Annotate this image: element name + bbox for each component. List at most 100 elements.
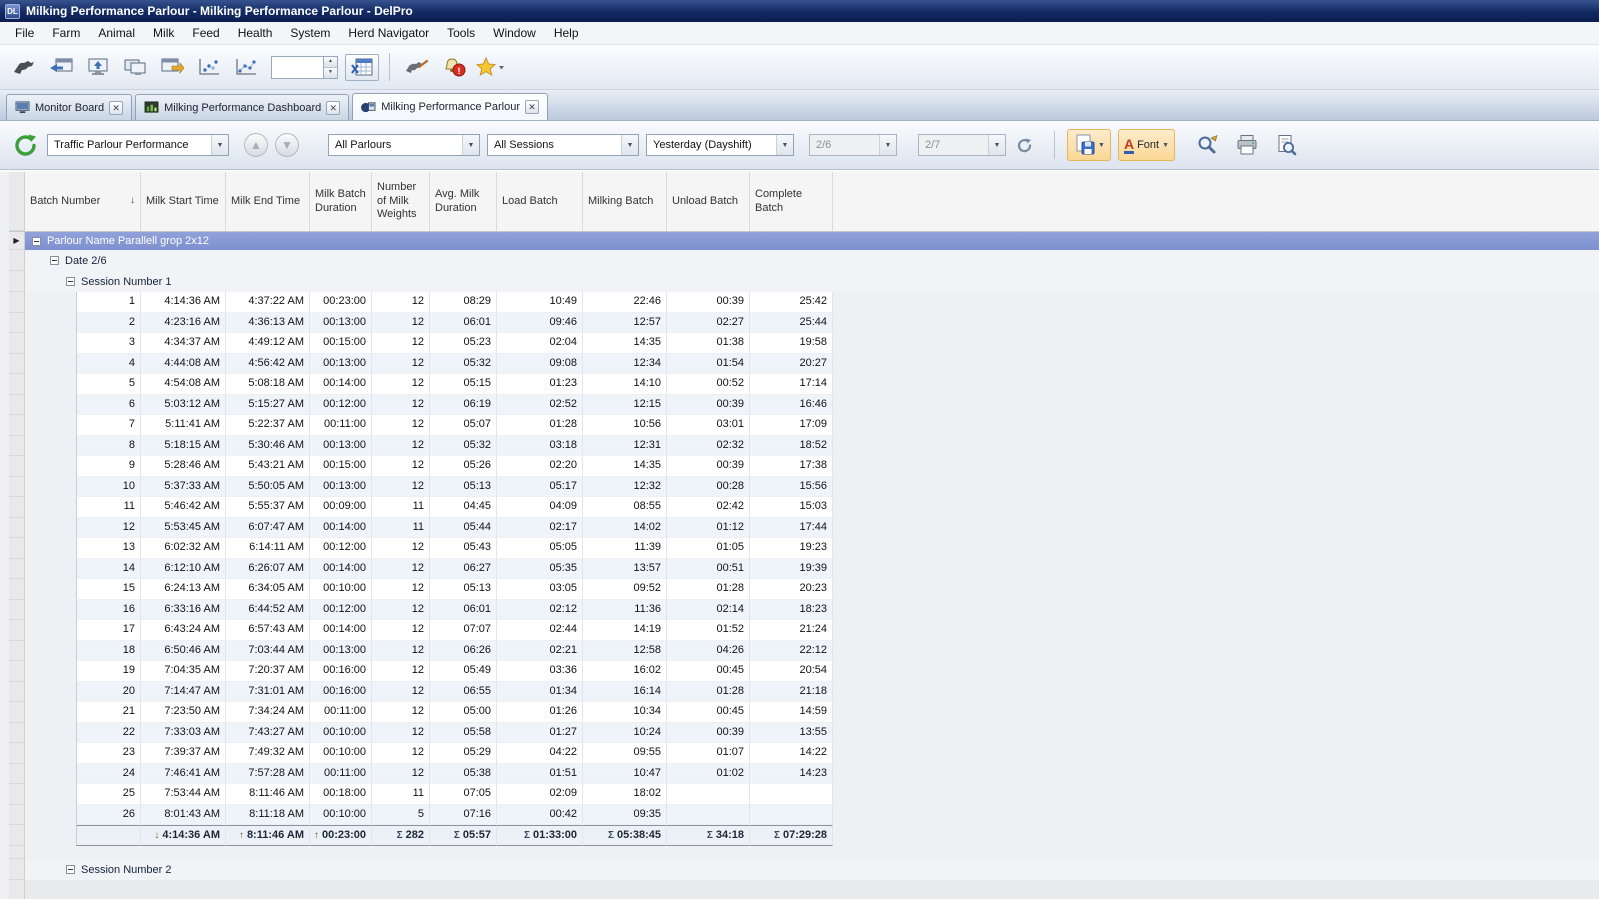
row-indicator-cell[interactable] xyxy=(9,682,25,703)
tab-close-icon[interactable]: ✕ xyxy=(525,100,539,114)
table-row[interactable]: 115:46:42 AM5:55:37 AM00:09:001104:4504:… xyxy=(9,497,1599,518)
row-indicator-cell[interactable] xyxy=(9,415,25,436)
table-row[interactable]: 125:53:45 AM6:07:47 AM00:14:001105:4402:… xyxy=(9,518,1599,539)
menu-window[interactable]: Window xyxy=(484,23,545,43)
menu-file[interactable]: File xyxy=(6,23,43,43)
column-header-load-batch[interactable]: Load Batch xyxy=(497,172,583,231)
table-row[interactable]: 65:03:12 AM5:15:27 AM00:12:001206:1902:5… xyxy=(9,395,1599,416)
row-indicator-cell[interactable]: ▶ xyxy=(9,232,25,250)
row-indicator-cell[interactable] xyxy=(9,825,25,846)
menu-milk[interactable]: Milk xyxy=(144,23,183,43)
row-indicator-cell[interactable] xyxy=(9,292,25,313)
table-row[interactable]: 186:50:46 AM7:03:44 AM00:13:001206:2602:… xyxy=(9,641,1599,662)
session-dropdown[interactable]: All Sessions ▼ xyxy=(487,134,639,156)
menu-farm[interactable]: Farm xyxy=(43,23,89,43)
parlour-group-band[interactable]: Parlour Name Parallell grop 2x12 xyxy=(25,232,1599,250)
column-header-milking-batch[interactable]: Milking Batch xyxy=(583,172,667,231)
table-row[interactable]: 166:33:16 AM6:44:52 AM00:12:001206:0102:… xyxy=(9,600,1599,621)
alarm-button[interactable]: ! xyxy=(437,50,469,84)
print-button[interactable] xyxy=(1231,128,1263,162)
row-indicator-cell[interactable] xyxy=(9,620,25,641)
scatter-chart-button[interactable] xyxy=(193,50,225,84)
group-row-session-1[interactable]: Session Number 1 xyxy=(9,271,1599,292)
table-row[interactable]: 176:43:24 AM6:57:43 AM00:14:001207:0702:… xyxy=(9,620,1599,641)
font-button[interactable]: A Font ▼ xyxy=(1118,129,1175,161)
row-indicator-cell[interactable] xyxy=(9,859,25,880)
menu-feed[interactable]: Feed xyxy=(183,23,228,43)
collapse-icon[interactable] xyxy=(32,237,41,246)
tab-close-icon[interactable]: ✕ xyxy=(326,101,340,115)
column-header-complete-batch[interactable]: Complete Batch xyxy=(750,172,833,231)
row-indicator-cell[interactable] xyxy=(9,250,25,271)
table-row[interactable]: 136:02:32 AM6:14:11 AM00:12:001205:4305:… xyxy=(9,538,1599,559)
group-row-parlour[interactable]: ▶Parlour Name Parallell grop 2x12 xyxy=(9,232,1599,250)
reload-dates-button[interactable] xyxy=(1013,134,1035,156)
column-header-unload-batch[interactable]: Unload Batch xyxy=(667,172,750,231)
column-header-batch-number[interactable]: Batch Number↓ xyxy=(25,172,141,231)
group-row-date[interactable]: Date 2/6 xyxy=(9,250,1599,271)
record-count-spinner[interactable]: ▲ ▼ xyxy=(271,56,338,79)
session-1-band[interactable]: Session Number 1 xyxy=(25,271,1599,292)
table-row[interactable]: 268:01:43 AM8:11:18 AM00:10:00507:1600:4… xyxy=(9,805,1599,826)
date-band[interactable]: Date 2/6 xyxy=(25,250,1599,271)
animal-event-button[interactable] xyxy=(400,50,432,84)
table-row[interactable]: 146:12:10 AM6:26:07 AM00:14:001206:2705:… xyxy=(9,559,1599,580)
monitor-upload-button[interactable] xyxy=(82,50,114,84)
menu-help[interactable]: Help xyxy=(545,23,588,43)
scatter-line-chart-button[interactable] xyxy=(230,50,262,84)
period-dropdown[interactable]: Yesterday (Dayshift) ▼ xyxy=(646,134,794,156)
row-indicator-cell[interactable] xyxy=(9,764,25,785)
animal-traffic-button[interactable] xyxy=(8,50,40,84)
row-indicator-cell[interactable] xyxy=(9,374,25,395)
table-row[interactable]: 34:34:37 AM4:49:12 AM00:15:001205:2302:0… xyxy=(9,333,1599,354)
tab-monitor-board[interactable]: Monitor Board ✕ xyxy=(6,94,132,120)
customize-report-button[interactable] xyxy=(1192,128,1224,162)
refresh-button[interactable] xyxy=(10,130,40,160)
menu-tools[interactable]: Tools xyxy=(438,23,484,43)
tab-close-icon[interactable]: ✕ xyxy=(109,101,123,115)
menu-animal[interactable]: Animal xyxy=(89,23,144,43)
table-row[interactable]: 75:11:41 AM5:22:37 AM00:11:001205:0701:2… xyxy=(9,415,1599,436)
row-indicator-cell[interactable] xyxy=(9,333,25,354)
favorites-button[interactable] xyxy=(474,50,506,84)
table-row[interactable]: 257:53:44 AM8:11:46 AM00:18:001107:0502:… xyxy=(9,784,1599,805)
row-indicator-cell[interactable] xyxy=(9,702,25,723)
table-row[interactable]: 217:23:50 AM7:34:24 AM00:11:001205:0001:… xyxy=(9,702,1599,723)
row-indicator-cell[interactable] xyxy=(9,354,25,375)
date-from-field[interactable]: 2/6 ▼ xyxy=(809,134,897,156)
row-indicator-cell[interactable] xyxy=(9,661,25,682)
menu-herd-navigator[interactable]: Herd Navigator xyxy=(339,23,438,43)
menu-health[interactable]: Health xyxy=(229,23,282,43)
collapse-icon[interactable] xyxy=(50,256,59,265)
tab-milking-performance-dashboard[interactable]: Milking Performance Dashboard ✕ xyxy=(135,94,349,120)
table-row[interactable]: 105:37:33 AM5:50:05 AM00:13:001205:1305:… xyxy=(9,477,1599,498)
report-type-dropdown[interactable]: Traffic Parlour Performance ▼ xyxy=(47,134,229,156)
table-row[interactable]: 197:04:35 AM7:20:37 AM00:16:001205:4903:… xyxy=(9,661,1599,682)
row-indicator-cell[interactable] xyxy=(9,271,25,292)
session-2-band[interactable]: Session Number 2 xyxy=(25,859,1599,880)
row-indicator-cell[interactable] xyxy=(9,313,25,334)
table-row[interactable]: 95:28:46 AM5:43:21 AM00:15:001205:2602:2… xyxy=(9,456,1599,477)
column-header-milk-start-time[interactable]: Milk Start Time xyxy=(141,172,226,231)
collapse-icon[interactable] xyxy=(66,277,75,286)
column-header-avg-milk-duration[interactable]: Avg. Milk Duration xyxy=(430,172,497,231)
row-indicator-cell[interactable] xyxy=(9,497,25,518)
row-indicator-cell[interactable] xyxy=(9,805,25,826)
row-indicator-cell[interactable] xyxy=(9,641,25,662)
open-report-button[interactable] xyxy=(45,50,77,84)
table-row[interactable]: 14:14:36 AM4:37:22 AM00:23:001208:2910:4… xyxy=(9,292,1599,313)
row-indicator-cell[interactable] xyxy=(9,784,25,805)
row-indicator-cell[interactable] xyxy=(9,538,25,559)
row-indicator-cell[interactable] xyxy=(9,456,25,477)
row-indicator-cell[interactable] xyxy=(9,477,25,498)
row-indicator-cell[interactable] xyxy=(9,723,25,744)
spinner-input[interactable] xyxy=(271,56,323,79)
table-row[interactable]: 227:33:03 AM7:43:27 AM00:10:001205:5801:… xyxy=(9,723,1599,744)
table-row[interactable]: 237:39:37 AM7:49:32 AM00:10:001205:2904:… xyxy=(9,743,1599,764)
tab-milking-performance-parlour[interactable]: Milking Performance Parlour ✕ xyxy=(352,93,548,120)
previous-button[interactable]: ▲ xyxy=(244,133,268,157)
table-row[interactable]: 54:54:08 AM5:08:18 AM00:14:001205:1501:2… xyxy=(9,374,1599,395)
table-row[interactable]: 207:14:47 AM7:31:01 AM00:16:001206:5501:… xyxy=(9,682,1599,703)
row-indicator-cell[interactable] xyxy=(9,600,25,621)
row-indicator-cell[interactable] xyxy=(9,518,25,539)
